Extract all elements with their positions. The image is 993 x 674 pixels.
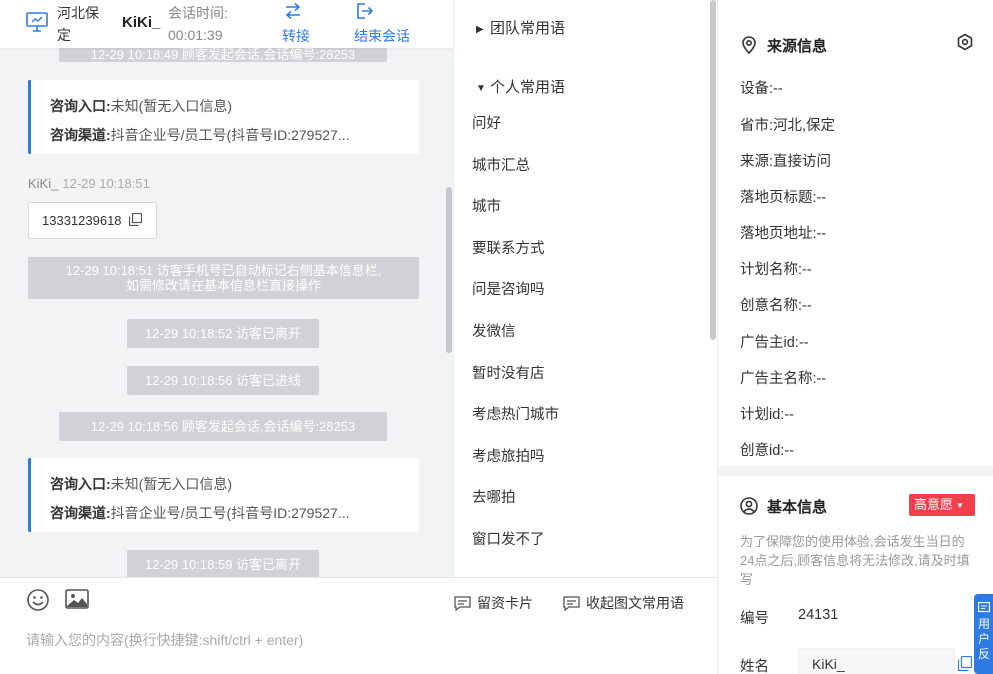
source-info-row: 广告主id:-- [740, 335, 809, 351]
consult-info-card: 咨询入口:未知(暂无入口信息) 咨询渠道:抖音企业号/员工号(抖音号ID:279… [28, 458, 419, 532]
chat-panel: 12-29 10:18:49 顾客发起会话,会话编号:28253 咨询入口:未知… [0, 0, 453, 674]
phrase-item[interactable]: 发微信 [472, 312, 702, 354]
session-time-label: 会话时间: [168, 5, 228, 21]
monitor-icon [26, 12, 48, 32]
location-pin-icon [742, 36, 756, 55]
personal-phrases-group[interactable]: ▼ 个人常用语 [476, 76, 565, 97]
phrase-list: 问好 城市汇总 城市 要联系方式 问是咨询吗 发微信 暂时没有店 考虑热门城市 考虑旅拍吗 去哪拍… [472, 104, 702, 562]
caret-down-icon: ▼ [956, 501, 964, 510]
intent-level-dropdown[interactable]: 高意愿 ▼ [909, 494, 975, 516]
visitor-location: 河北保定 [57, 5, 99, 43]
phrase-item[interactable]: 问是咨询吗 [472, 270, 702, 312]
exit-icon [357, 3, 374, 19]
id-value: 24131 [798, 607, 839, 623]
feedback-icon [978, 602, 990, 613]
transfer-button[interactable]: 转接 [282, 2, 310, 46]
session-time-value: 00:01:39 [168, 27, 223, 43]
phrase-item[interactable]: 窗口发不了 [472, 520, 702, 562]
consult-channel-row: 咨询渠道:抖音企业号/员工号(抖音号ID:279527... [50, 127, 350, 143]
phrase-item[interactable]: 考虑热门城市 [472, 395, 702, 437]
phrase-item[interactable]: 城市 [472, 187, 702, 229]
source-info-row: 省市:河北,保定 [740, 118, 836, 134]
smile-icon[interactable] [26, 588, 50, 612]
source-info-row: 计划id:-- [740, 407, 794, 423]
phrase-panel: ▶ 团队常用语 ▼ 个人常用语 问好 城市汇总 城市 要联系方式 问是咨询吗 发微信 暂时没有店… [453, 0, 717, 577]
name-label: 姓名 [740, 659, 769, 674]
collapse-phrases-button[interactable]: 收起图文常用语 [563, 593, 684, 613]
phone-message-bubble[interactable]: 13331239618 [28, 202, 157, 239]
system-message: 12-29 10:18:59 访客已离开 [127, 550, 319, 577]
end-session-button[interactable]: 结束会话 [354, 2, 410, 46]
copy-icon[interactable] [129, 213, 142, 226]
source-info-row: 落地页地址:-- [740, 226, 827, 242]
transfer-icon [285, 2, 301, 20]
source-info-row: 设备:-- [740, 81, 783, 97]
phrase-item[interactable]: 考虑旅拍吗 [472, 437, 702, 479]
message-card-icon [454, 596, 471, 612]
message-card-icon [563, 596, 580, 612]
system-message: 12-29 10:18:56 访客已进线 [127, 366, 319, 395]
chat-header: 河北保定 KiKi_ 会话时间: 00:01:39 转接 结束会话 [0, 0, 453, 48]
system-message: 12-29 10:18:56 顾客发起会话,会话编号:28253 [59, 412, 387, 441]
consult-entry-row: 咨询入口:未知(暂无入口信息) [50, 98, 232, 114]
lead-card-button[interactable]: 留资卡片 [454, 593, 533, 613]
consult-info-card: 咨询入口:未知(暂无入口信息) 咨询渠道:抖音企业号/员工号(抖音号ID:279… [28, 80, 419, 154]
phrase-item[interactable]: 城市汇总 [472, 146, 702, 188]
caret-down-icon: ▼ [476, 83, 486, 94]
input-area: 留资卡片 收起图文常用语 [0, 577, 717, 674]
visitor-info-panel: 来源信息 设备:-- 省市:河北,保定 来源:直接访问 落地页标题:-- 落地页地址:-… [717, 0, 993, 674]
phrase-item[interactable]: 问好 [472, 104, 702, 146]
basic-info-note: 为了保障您的使用体验,会话发生当日的24点之后,顾客信息将无法修改,请及时填写 [740, 534, 970, 587]
consult-entry-row: 咨询入口:未知(暂无入口信息) [50, 476, 232, 492]
message-sender: KiKi_ 12-29 10:18:51 [28, 176, 150, 191]
system-message: 12-29 10:18:51 访客手机号已自动标记右侧基本信息栏, 如需修改请在… [28, 257, 419, 299]
id-label: 编号 [740, 611, 769, 627]
user-circle-icon [740, 497, 758, 515]
phone-number: 13331239618 [42, 213, 122, 228]
caret-right-icon: ▶ [476, 24, 484, 35]
phrase-item[interactable]: 暂时没有店 [472, 354, 702, 396]
phrase-item[interactable]: 去哪拍 [472, 478, 702, 520]
consult-channel-row: 咨询渠道:抖音企业号/员工号(抖音号ID:279527... [50, 505, 350, 521]
message-time: 12-29 10:18:51 [62, 176, 150, 191]
sender-name: KiKi_ [28, 176, 59, 191]
source-info-row: 广告主名称:-- [740, 371, 827, 387]
settings-icon[interactable] [956, 33, 974, 51]
system-message: 12-29 10:18:52 访客已离开 [127, 319, 319, 348]
chat-message-list[interactable]: 12-29 10:18:49 顾客发起会话,会话编号:28253 咨询入口:未知… [0, 0, 453, 577]
source-info-title: 来源信息 [740, 35, 827, 56]
copy-icon[interactable] [958, 656, 972, 671]
basic-info-title: 基本信息 [740, 496, 827, 517]
source-info-row: 来源:直接访问 [740, 154, 832, 170]
source-info-section: 来源信息 设备:-- 省市:河北,保定 来源:直接访问 落地页标题:-- 落地页地址:-… [718, 0, 993, 468]
source-info-row: 落地页标题:-- [740, 190, 827, 206]
chat-scrollbar[interactable] [446, 187, 452, 353]
phrase-scrollbar[interactable] [710, 0, 716, 340]
source-info-row: 计划名称:-- [740, 262, 812, 278]
visitor-name: KiKi_ [122, 14, 161, 31]
message-input[interactable] [26, 629, 446, 651]
phrase-item[interactable]: 要联系方式 [472, 229, 702, 271]
name-field[interactable]: KiKi_ [798, 648, 955, 674]
source-info-row: 创意id:-- [740, 443, 794, 459]
section-divider [718, 466, 993, 476]
image-icon[interactable] [65, 588, 89, 610]
team-phrases-group[interactable]: ▶ 团队常用语 [476, 17, 565, 38]
user-feedback-tab[interactable]: 用 户 反 [974, 594, 993, 674]
source-info-row: 创意名称:-- [740, 298, 812, 314]
